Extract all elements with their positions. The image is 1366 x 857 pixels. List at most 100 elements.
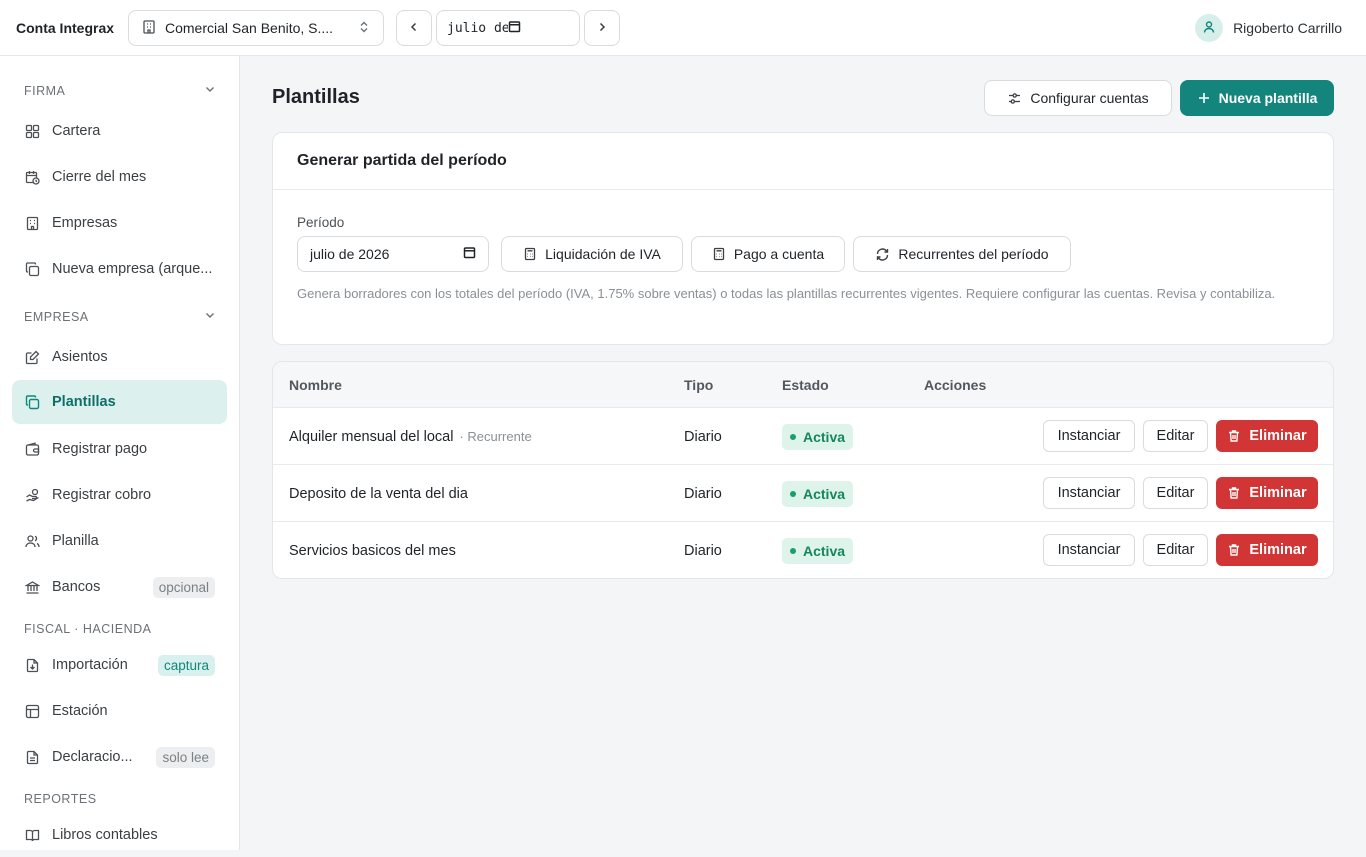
sidebar-item-label: Registrar pago [52, 441, 148, 457]
sidebar-item-empresas[interactable]: Empresas [12, 201, 227, 245]
sidebar-item-estacion[interactable]: Estación [12, 689, 227, 733]
instantiate-button[interactable]: Instanciar [1043, 420, 1135, 452]
template-type: Diario [684, 429, 722, 445]
status-dot [790, 491, 796, 497]
sidebar-item-registrar-pago[interactable]: Registrar pago [12, 427, 227, 471]
sidebar-item-declaraciones[interactable]: Declaracio... solo lee [12, 735, 227, 779]
table-header: Nombre Tipo Estado Acciones [273, 362, 1333, 408]
section-firma[interactable]: FIRMA [24, 83, 216, 98]
iva-settlement-label: Liquidación de IVA [545, 246, 661, 262]
edit-button[interactable]: Editar [1143, 534, 1208, 566]
period-date-value: julio de 2026 [310, 246, 390, 262]
next-period-button[interactable] [584, 10, 620, 46]
book-open-icon [24, 827, 40, 843]
sliders-icon [1007, 91, 1022, 106]
section-empresa[interactable]: EMPRESA [24, 309, 216, 324]
recurring-period-label: Recurrentes del período [898, 246, 1049, 262]
delete-button[interactable]: Eliminar [1216, 534, 1318, 566]
page-title: Plantillas [272, 86, 360, 108]
sidebar-item-label: Bancos [52, 579, 101, 595]
status-badge: Activa [782, 424, 854, 450]
calculator-icon [712, 247, 726, 261]
section-reportes: REPORTES [24, 792, 216, 806]
template-name: Servicios basicos del mes [289, 543, 456, 559]
status-badge: Activa [782, 481, 854, 507]
payment-on-account-button[interactable]: Pago a cuenta [691, 236, 845, 272]
sidebar-item-bancos[interactable]: Bancos opcional [12, 565, 227, 609]
sidebar-item-label: Empresas [52, 215, 118, 231]
chevron-right-icon [595, 20, 609, 37]
generate-card: Generar partida del período Período juli… [272, 132, 1334, 345]
status-text: Activa [803, 429, 846, 445]
readonly-badge: solo lee [156, 746, 215, 768]
template-name: Alquiler mensual del local [289, 429, 454, 445]
file-import-icon [24, 657, 40, 673]
table-row: Deposito de la venta del dia Diario Acti… [273, 465, 1333, 522]
calculator-icon [523, 247, 537, 261]
sidebar-item-plantillas[interactable]: Plantillas [12, 380, 227, 424]
user-menu[interactable]: Rigoberto Carrillo [1195, 14, 1342, 42]
delete-label: Eliminar [1249, 485, 1307, 501]
plus-icon [1197, 91, 1211, 105]
template-type: Diario [684, 543, 722, 559]
generate-help-text: Genera borradores con los totales del pe… [297, 286, 1276, 301]
sidebar-item-label: Cierre del mes [52, 169, 147, 185]
instantiate-button[interactable]: Instanciar [1043, 534, 1135, 566]
chevron-down-icon [204, 309, 216, 324]
building-icon [24, 215, 40, 231]
configure-accounts-button[interactable]: Configurar cuentas [984, 80, 1172, 116]
user-icon [1202, 20, 1216, 37]
sidebar-item-nueva-empresa[interactable]: Nueva empresa (arque... [12, 247, 227, 291]
table-icon [24, 703, 40, 719]
edit-button[interactable]: Editar [1143, 477, 1208, 509]
sidebar-item-label: Nueva empresa (arque... [52, 261, 213, 277]
delete-button[interactable]: Eliminar [1216, 477, 1318, 509]
sidebar-item-registrar-cobro[interactable]: Registrar cobro [12, 473, 227, 517]
company-select[interactable]: Comercial San Benito, S.... [128, 10, 384, 46]
iva-settlement-button[interactable]: Liquidación de IVA [501, 236, 683, 272]
wallet-icon [24, 441, 40, 457]
delete-button[interactable]: Eliminar [1216, 420, 1318, 452]
recurring-period-button[interactable]: Recurrentes del período [853, 236, 1071, 272]
copy-icon [24, 394, 40, 410]
trash-icon [1227, 486, 1241, 500]
instantiate-button[interactable]: Instanciar [1043, 477, 1135, 509]
section-title: FISCAL · HACIENDA [24, 622, 152, 636]
status-text: Activa [803, 543, 846, 559]
trash-icon [1227, 429, 1241, 443]
sidebar-item-cartera[interactable]: Cartera [12, 109, 227, 153]
payment-on-account-label: Pago a cuenta [733, 246, 825, 262]
templates-table: Nombre Tipo Estado Acciones Alquiler men… [272, 361, 1334, 579]
sidebar: FIRMA Cartera Cierre del mes Empresas Nu… [0, 56, 240, 850]
bank-icon [24, 579, 40, 595]
sidebar-item-libros[interactable]: Libros contables [12, 813, 227, 857]
section-fiscal: FISCAL · HACIENDA [24, 622, 216, 636]
sidebar-item-cierre[interactable]: Cierre del mes [12, 155, 227, 199]
period-date-input[interactable]: julio de 2026 [297, 236, 489, 272]
table-row: Alquiler mensual del local · Recurrente D… [273, 408, 1333, 465]
sidebar-item-label: Cartera [52, 123, 101, 139]
file-text-icon [24, 749, 40, 765]
edit-button[interactable]: Editar [1143, 420, 1208, 452]
section-title: FIRMA [24, 83, 66, 98]
user-name: Rigoberto Carrillo [1233, 20, 1342, 36]
sidebar-item-importacion[interactable]: Importación captura [12, 643, 227, 687]
calendar-icon[interactable] [463, 246, 476, 262]
configure-accounts-label: Configurar cuentas [1030, 90, 1149, 106]
sidebar-item-asientos[interactable]: Asientos [12, 335, 227, 379]
company-name: Comercial San Benito, S.... [165, 20, 334, 36]
table-row: Servicios basicos del mes Diario Activa … [273, 522, 1333, 578]
sidebar-item-label: Asientos [52, 349, 108, 365]
sidebar-item-planilla[interactable]: Planilla [12, 519, 227, 563]
grid-icon [24, 123, 40, 139]
prev-period-button[interactable] [396, 10, 432, 46]
period-input[interactable]: julio de 2026 [436, 10, 580, 46]
delete-label: Eliminar [1249, 542, 1307, 558]
avatar [1195, 14, 1224, 42]
sidebar-item-label: Libros contables [52, 827, 158, 843]
new-template-button[interactable]: Nueva plantilla [1180, 80, 1334, 116]
column-header-actions: Acciones [924, 377, 987, 393]
copy-icon [24, 261, 40, 277]
calendar-icon[interactable] [508, 20, 569, 37]
template-type: Diario [684, 486, 722, 502]
